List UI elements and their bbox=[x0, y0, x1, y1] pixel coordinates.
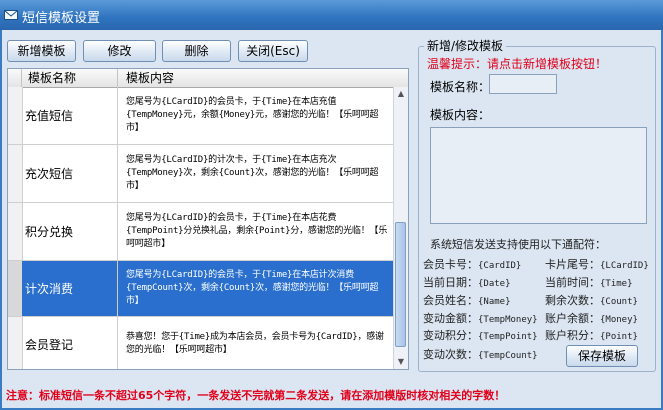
row-indicator bbox=[8, 145, 23, 202]
row-content: 您尾号为{LCardID}的计次卡，于{Time}在本店充次{TempMoney… bbox=[126, 155, 379, 191]
var-code: {TempMoney} bbox=[478, 315, 538, 325]
row-indicator bbox=[8, 261, 23, 316]
envelope-icon bbox=[4, 10, 18, 20]
edit-button[interactable]: 修改 bbox=[83, 40, 156, 62]
row-content: 恭喜您！您于{Time}成为本店会员，会员卡号为{CardID}，感谢您的光临！… bbox=[126, 332, 384, 355]
var-code: {Date} bbox=[478, 279, 511, 289]
table-row[interactable]: 会员登记 恭喜您！您于{Time}成为本店会员，会员卡号为{CardID}，感谢… bbox=[8, 317, 394, 369]
var-code: {Point} bbox=[600, 332, 638, 342]
var-code: {Count} bbox=[600, 297, 638, 307]
var-code: {Money} bbox=[600, 315, 638, 325]
var-temp-point: 变动积分：{TempPoint} bbox=[423, 327, 538, 343]
var-code: {TempCount} bbox=[478, 351, 538, 361]
row-content: 您尾号为{LCardID}的会员卡，于{Time}在本店计次消费{TempCou… bbox=[118, 261, 394, 316]
template-content-label: 模板内容： bbox=[430, 108, 491, 122]
table-row[interactable]: 积分兑换 您尾号为{LCardID}的会员卡，于{Time}在本店花费{Temp… bbox=[8, 203, 394, 261]
var-label: 变动金额： bbox=[423, 312, 478, 325]
var-label: 会员姓名： bbox=[423, 294, 478, 307]
table-header: 模板名称 模板内容 bbox=[8, 69, 408, 88]
template-table[interactable]: 模板名称 模板内容 充值短信 您尾号为{LCardID}的会员卡，于{Time}… bbox=[7, 68, 409, 370]
var-label: 会员卡号： bbox=[423, 258, 478, 271]
var-name: 会员姓名：{Name} bbox=[423, 292, 511, 308]
var-temp-money: 变动金额：{TempMoney} bbox=[423, 310, 538, 326]
var-time: 当前时间：{Time} bbox=[545, 274, 633, 290]
var-label: 账户余额： bbox=[545, 312, 600, 325]
header-template-name[interactable]: 模板名称 bbox=[22, 69, 118, 87]
row-content: 您尾号为{LCardID}的会员卡，于{Time}在本店充值{TempMoney… bbox=[126, 97, 379, 133]
row-name: 充值短信 bbox=[22, 87, 118, 144]
title-bar: 短信模板设置 bbox=[0, 0, 663, 30]
template-content-input[interactable] bbox=[430, 127, 647, 224]
template-name-label: 模板名称： bbox=[430, 80, 491, 94]
table-row[interactable]: 充次短信 您尾号为{LCardID}的计次卡，于{Time}在本店充次{Temp… bbox=[8, 145, 394, 203]
table-row[interactable]: 充值短信 您尾号为{LCardID}的会员卡，于{Time}在本店充值{Temp… bbox=[8, 87, 394, 145]
row-name: 计次消费 bbox=[22, 261, 118, 316]
var-label: 变动次数： bbox=[423, 348, 478, 361]
var-card-id: 会员卡号：{CardID} bbox=[423, 256, 521, 272]
header-indicator bbox=[8, 69, 22, 87]
template-name-input[interactable] bbox=[489, 74, 557, 94]
var-label: 变动积分： bbox=[423, 329, 478, 342]
var-code: {Time} bbox=[600, 279, 633, 289]
scroll-down-icon[interactable]: ▼ bbox=[394, 355, 408, 369]
editor-group-title: 新增/修改模板 bbox=[424, 37, 507, 54]
var-code: {CardID} bbox=[478, 261, 522, 271]
row-indicator bbox=[8, 203, 23, 260]
variables-heading: 系统短信发送支持使用以下通配符： bbox=[430, 238, 606, 251]
row-content: 您尾号为{LCardID}的会员卡，于{Time}在本店花费{TempPoint… bbox=[126, 213, 388, 249]
add-template-button[interactable]: 新增模板 bbox=[7, 40, 76, 62]
table-row-selected[interactable]: 计次消费 您尾号为{LCardID}的会员卡，于{Time}在本店计次消费{Te… bbox=[8, 261, 394, 317]
var-point: 账户积分：{Point} bbox=[545, 327, 638, 343]
var-date: 当前日期：{Date} bbox=[423, 274, 511, 290]
var-code: {Name} bbox=[478, 297, 511, 307]
var-temp-count: 变动次数：{TempCount} bbox=[423, 346, 538, 362]
var-count: 剩余次数：{Count} bbox=[545, 292, 638, 308]
var-money: 账户余额：{Money} bbox=[545, 310, 638, 326]
row-name: 积分兑换 bbox=[22, 203, 118, 260]
var-label: 卡片尾号： bbox=[545, 258, 600, 271]
var-label: 当前日期： bbox=[423, 276, 478, 289]
var-label: 账户积分： bbox=[545, 329, 600, 342]
var-code: {LCardID} bbox=[600, 261, 649, 271]
scroll-up-icon[interactable]: ▲ bbox=[394, 87, 408, 101]
save-template-button[interactable]: 保存模板 bbox=[566, 345, 638, 367]
table-scrollbar[interactable]: ▲ ▼ bbox=[393, 87, 408, 369]
var-code: {TempPoint} bbox=[478, 332, 538, 342]
row-indicator bbox=[8, 317, 23, 369]
var-lcard-id: 卡片尾号：{LCardID} bbox=[545, 256, 649, 272]
scroll-thumb[interactable] bbox=[395, 222, 406, 347]
row-indicator bbox=[8, 87, 23, 144]
row-name: 充次短信 bbox=[22, 145, 118, 202]
window-title: 短信模板设置 bbox=[22, 11, 101, 26]
var-label: 剩余次数： bbox=[545, 294, 600, 307]
tip-text: 温馨提示：请点击新增模板按钮！ bbox=[427, 57, 608, 71]
close-button[interactable]: 关闭(Esc) bbox=[238, 40, 308, 62]
header-template-content[interactable]: 模板内容 bbox=[118, 69, 408, 87]
delete-button[interactable]: 删除 bbox=[162, 40, 231, 62]
row-name: 会员登记 bbox=[22, 317, 118, 369]
footer-note: 注意：标准短信一条不超过65个字符，一条发送不完就第二条发送，请在添加模版时核对… bbox=[6, 389, 506, 402]
var-label: 当前时间： bbox=[545, 276, 600, 289]
